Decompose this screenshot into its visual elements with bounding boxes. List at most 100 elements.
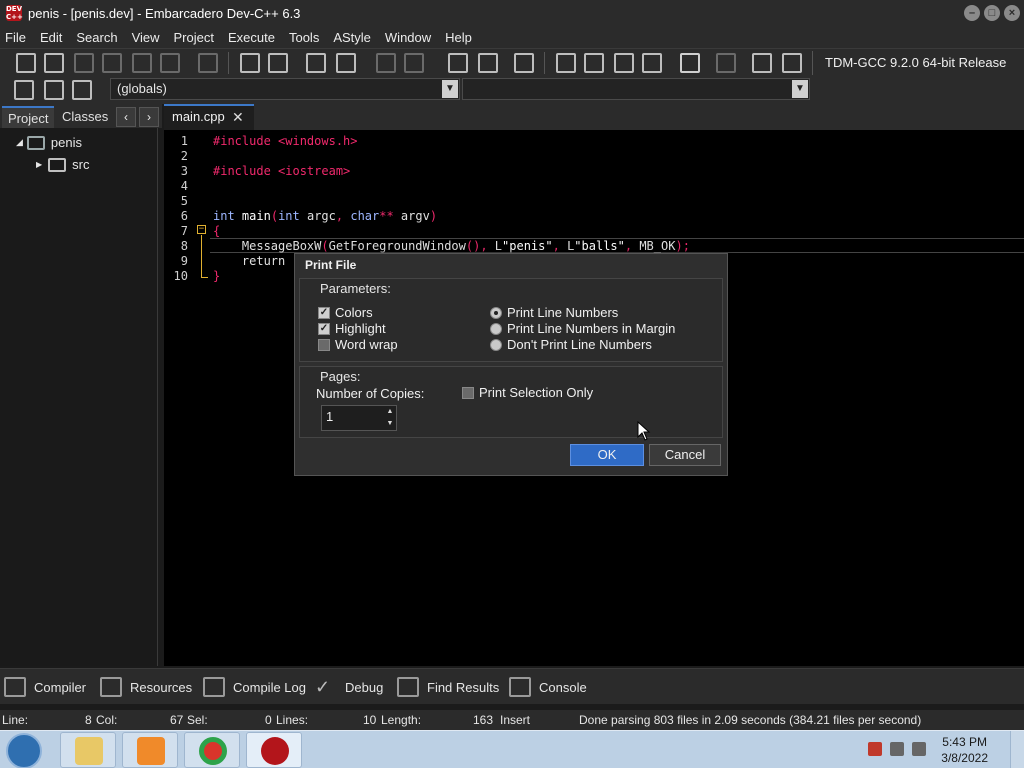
line-number: 9 bbox=[180, 254, 188, 268]
code-line: return bbox=[213, 254, 286, 268]
ok-button[interactable]: OK bbox=[570, 444, 644, 466]
close-all-icon[interactable] bbox=[160, 53, 180, 73]
action-center-icon[interactable] bbox=[868, 742, 882, 756]
menu-project[interactable]: Project bbox=[174, 30, 214, 45]
cancel-button[interactable]: Cancel bbox=[649, 444, 721, 466]
tree-item-src[interactable]: ▶ src bbox=[36, 157, 90, 172]
chevron-down-icon[interactable]: ▼ bbox=[792, 80, 808, 98]
word-wrap-checkbox[interactable]: Word wrap bbox=[318, 337, 398, 352]
chrome-taskbar-button[interactable] bbox=[184, 732, 240, 768]
close-file-icon[interactable] bbox=[132, 53, 152, 73]
menu-help[interactable]: Help bbox=[445, 30, 472, 45]
devcpp-taskbar-button[interactable] bbox=[246, 732, 302, 768]
stop-execution-icon[interactable] bbox=[716, 53, 736, 73]
desktop: DEV C++ penis - [penis.dev] - Embarcadero… bbox=[0, 0, 1024, 768]
menu-view[interactable]: View bbox=[132, 30, 160, 45]
line-number: 10 bbox=[173, 269, 188, 283]
menu-edit[interactable]: Edit bbox=[40, 30, 62, 45]
show-desktop-button[interactable] bbox=[1010, 731, 1024, 768]
system-clock[interactable]: 5:43 PM 3/8/2022 bbox=[941, 734, 988, 766]
window-title: penis - [penis.dev] - Embarcadero Dev-C+… bbox=[28, 5, 301, 21]
scope-select[interactable]: (globals) ▼ bbox=[110, 78, 460, 100]
redo-icon[interactable] bbox=[404, 53, 424, 73]
status-length-value: 163 bbox=[473, 713, 494, 727]
maximize-button[interactable]: □ bbox=[984, 5, 1000, 21]
compile-icon[interactable] bbox=[556, 53, 576, 73]
save-icon[interactable] bbox=[74, 53, 94, 73]
undo-icon[interactable] bbox=[376, 53, 396, 73]
comment-icon[interactable] bbox=[514, 53, 534, 73]
fold-marker-icon[interactable]: − bbox=[197, 225, 206, 234]
menu-search[interactable]: Search bbox=[76, 30, 117, 45]
tab-classes[interactable]: Classes bbox=[56, 106, 114, 128]
expanded-icon[interactable]: ◢ bbox=[16, 137, 23, 148]
close-button[interactable]: × bbox=[1004, 5, 1020, 21]
tab-label: Console bbox=[539, 679, 587, 695]
indent-icon[interactable] bbox=[448, 53, 468, 73]
start-button[interactable] bbox=[6, 733, 42, 768]
print-icon[interactable] bbox=[198, 53, 218, 73]
tree-item-project[interactable]: ◢ penis bbox=[16, 135, 82, 150]
menu-tools[interactable]: Tools bbox=[289, 30, 319, 45]
menu-astyle[interactable]: AStyle bbox=[333, 30, 371, 45]
tab-find-results[interactable]: Find Results bbox=[397, 677, 499, 697]
bookmark-icon[interactable] bbox=[44, 80, 64, 100]
colors-checkbox[interactable]: ✓ Colors bbox=[318, 305, 373, 320]
status-message: Done parsing 803 files in 2.09 seconds (… bbox=[579, 713, 922, 727]
parameters-group: Parameters: ✓ Colors ✓ Highlight Word wr… bbox=[299, 278, 723, 362]
tab-project[interactable]: Project bbox=[2, 106, 55, 128]
delete-profile-icon[interactable] bbox=[782, 53, 802, 73]
compiler-select[interactable]: TDM-GCC 9.2.0 64-bit Release bbox=[812, 51, 1020, 75]
scope-select-value: (globals) bbox=[117, 81, 167, 96]
media-player-taskbar-button[interactable] bbox=[122, 732, 178, 768]
radio-unselected-icon bbox=[490, 338, 502, 351]
compile-log-icon bbox=[203, 677, 225, 697]
spin-down-icon[interactable]: ▼ bbox=[384, 418, 396, 430]
goto-line-icon[interactable] bbox=[306, 53, 326, 73]
highlight-checkbox[interactable]: ✓ Highlight bbox=[318, 321, 386, 336]
function-select[interactable]: ▼ bbox=[462, 78, 810, 100]
profile-icon[interactable] bbox=[752, 53, 772, 73]
spinner-buttons: ▲ ▼ bbox=[384, 406, 396, 430]
toggle-bookmark-icon[interactable] bbox=[336, 53, 356, 73]
find-icon[interactable] bbox=[240, 53, 260, 73]
network-icon[interactable] bbox=[890, 742, 904, 756]
tab-resources[interactable]: Resources bbox=[100, 677, 192, 697]
print-selection-only-checkbox[interactable]: Print Selection Only bbox=[462, 385, 593, 400]
next-tab-arrow[interactable]: › bbox=[139, 107, 159, 127]
file-explorer-taskbar-button[interactable] bbox=[60, 732, 116, 768]
unindent-icon[interactable] bbox=[478, 53, 498, 73]
radio-print-line-numbers[interactable]: Print Line Numbers bbox=[490, 305, 618, 320]
new-file-icon[interactable] bbox=[16, 53, 36, 73]
close-icon[interactable]: ✕ bbox=[232, 106, 244, 128]
check-syntax-icon[interactable] bbox=[680, 53, 700, 73]
menu-execute[interactable]: Execute bbox=[228, 30, 275, 45]
open-file-icon[interactable] bbox=[44, 53, 64, 73]
tab-console[interactable]: Console bbox=[509, 677, 587, 697]
line-number: 8 bbox=[180, 239, 188, 253]
run-icon[interactable] bbox=[584, 53, 604, 73]
prev-tab-arrow[interactable]: ‹ bbox=[116, 107, 136, 127]
radio-label: Print Line Numbers in Margin bbox=[507, 321, 676, 336]
collapsed-icon[interactable]: ▶ bbox=[36, 160, 42, 169]
compile-run-icon[interactable] bbox=[614, 53, 634, 73]
minimize-button[interactable]: – bbox=[964, 5, 980, 21]
main-toolbar: TDM-GCC 9.2.0 64-bit Release bbox=[0, 48, 1024, 76]
radio-print-line-numbers-margin[interactable]: Print Line Numbers in Margin bbox=[490, 321, 675, 336]
add-to-project-icon[interactable] bbox=[14, 80, 34, 100]
save-all-icon[interactable] bbox=[102, 53, 122, 73]
spin-up-icon[interactable]: ▲ bbox=[384, 406, 396, 418]
volume-icon[interactable] bbox=[912, 742, 926, 756]
rebuild-icon[interactable] bbox=[642, 53, 662, 73]
goto-bookmark-icon[interactable] bbox=[72, 80, 92, 100]
tab-main-cpp[interactable]: main.cpp ✕ bbox=[164, 104, 254, 130]
tab-compile-log[interactable]: Compile Log bbox=[203, 677, 306, 697]
chevron-down-icon[interactable]: ▼ bbox=[442, 80, 458, 98]
menu-window[interactable]: Window bbox=[385, 30, 431, 45]
tab-debug[interactable]: ✓ Debug bbox=[315, 677, 383, 697]
menu-file[interactable]: File bbox=[5, 30, 26, 45]
copies-spinner[interactable]: 1 ▲ ▼ bbox=[321, 405, 397, 431]
radio-dont-print-line-numbers[interactable]: Don't Print Line Numbers bbox=[490, 337, 652, 352]
replace-icon[interactable] bbox=[268, 53, 288, 73]
tab-compiler[interactable]: Compiler bbox=[4, 677, 86, 697]
